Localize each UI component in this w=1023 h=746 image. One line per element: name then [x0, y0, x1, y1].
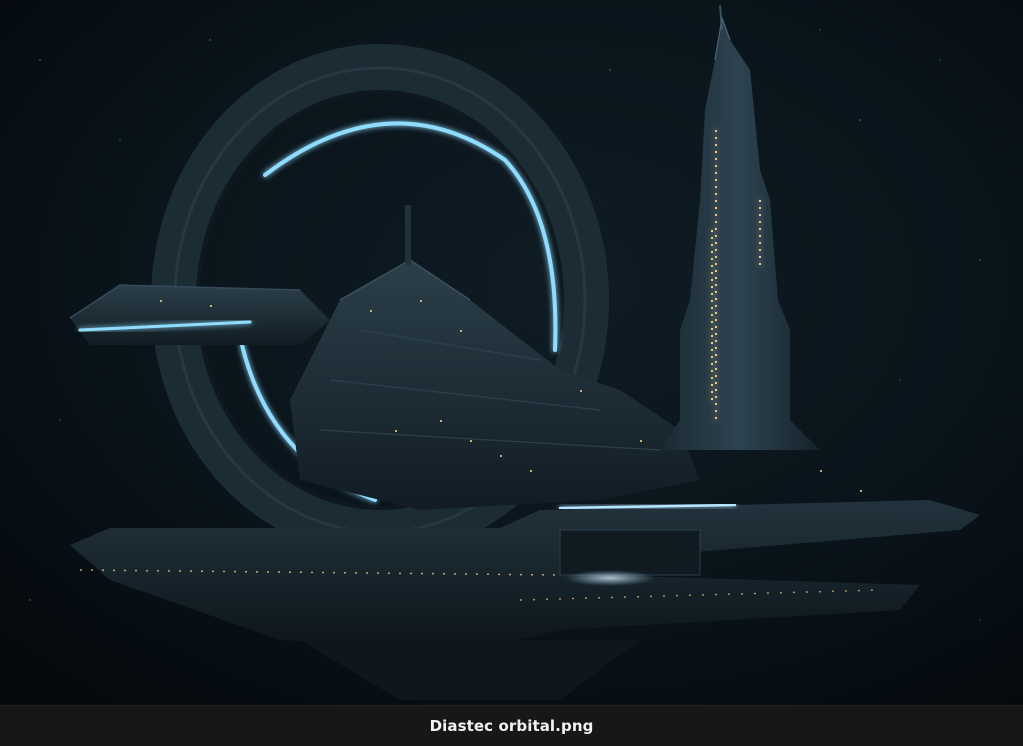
- left-arm: [69, 284, 330, 345]
- caption-bar: Diastec orbital.png: [0, 705, 1023, 746]
- image-filename-caption: Diastec orbital.png: [429, 717, 594, 735]
- orbital-station-illustration: [0, 0, 1023, 705]
- image-frame: [0, 0, 1023, 705]
- hangar-floor-light: [565, 570, 655, 586]
- image-viewer: Diastec orbital.png: [0, 0, 1023, 746]
